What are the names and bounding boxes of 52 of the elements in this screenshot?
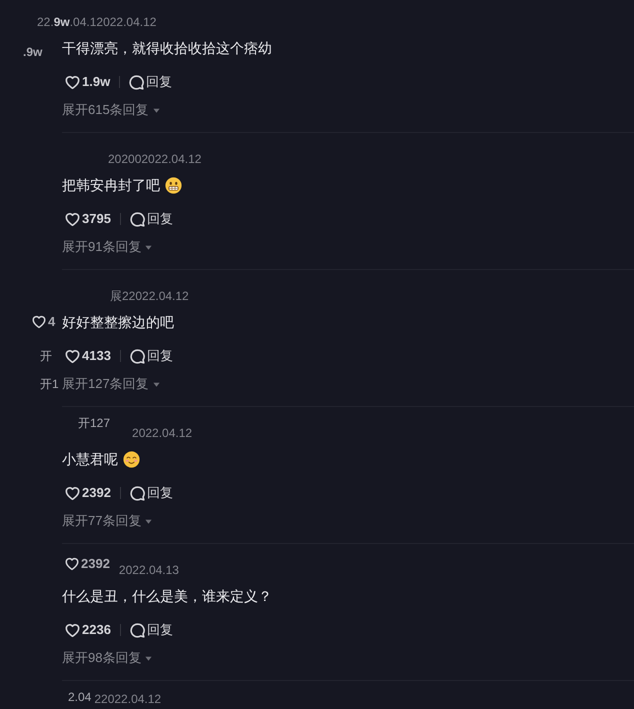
- reply-button[interactable]: 回复: [129, 73, 172, 91]
- heart-icon: [65, 486, 80, 500]
- grimacing-face-icon: [165, 176, 182, 194]
- comment-date: 展22022.04.12: [110, 288, 189, 304]
- text-fragment: 开: [40, 348, 52, 364]
- text-fragment: 4: [48, 314, 56, 330]
- heart-icon: [65, 557, 79, 571]
- text-fragment: 2392: [81, 556, 110, 572]
- expand-replies-button[interactable]: 展开615条回复: [62, 102, 160, 118]
- like-button[interactable]: 2392: [65, 484, 111, 502]
- smiling-face-icon: [123, 450, 140, 468]
- caret-icon: [152, 106, 160, 114]
- expand-replies-button[interactable]: 展开91条回复: [62, 239, 152, 255]
- comment-date: 202002022.04.12: [108, 151, 202, 167]
- expand-replies-button[interactable]: 展开127条回复: [62, 376, 160, 392]
- speech-bubble-icon: [130, 622, 145, 638]
- heart-icon: [32, 315, 46, 329]
- comment-text: 干得漂亮，就得收拾收拾这个痞幼: [62, 39, 272, 58]
- reply-button[interactable]: 回复: [130, 347, 173, 365]
- text-fragment: 2.04: [68, 689, 92, 705]
- caret-icon: [145, 654, 152, 662]
- comment-text: 什么是丑，什么是美，谁来定义？: [62, 587, 272, 606]
- speech-bubble-icon: [130, 348, 145, 364]
- text-fragment: 开127: [78, 415, 110, 431]
- comment-date: 22022.04.12: [94, 691, 162, 707]
- comment-date: 2022.04.12: [132, 425, 192, 441]
- reply-button[interactable]: 回复: [130, 210, 173, 228]
- comment-text: 把韩安冉封了吧: [62, 176, 160, 195]
- heart-icon: [65, 212, 80, 226]
- comment-date: 22.9w.04.12022.04.12: [37, 14, 156, 30]
- text-fragment: 开1: [40, 376, 59, 392]
- speech-bubble-icon: [130, 486, 145, 500]
- reply-button[interactable]: 回复: [130, 484, 173, 502]
- like-button[interactable]: 2236: [65, 621, 111, 639]
- like-button[interactable]: 4133: [65, 347, 111, 365]
- heart-icon: [65, 622, 80, 638]
- expand-replies-button[interactable]: 展开77条回复: [62, 513, 152, 529]
- like-button[interactable]: 3795: [65, 210, 111, 228]
- heart-icon: [65, 74, 80, 90]
- like-button[interactable]: 1.9w: [65, 73, 110, 91]
- caret-icon: [145, 244, 152, 250]
- speech-bubble-icon: [130, 212, 145, 226]
- caret-icon: [145, 518, 152, 524]
- expand-replies-button[interactable]: 展开98条回复: [62, 650, 152, 666]
- caret-icon: [152, 380, 160, 388]
- text-fragment: .9w: [23, 44, 42, 60]
- comment-text: 小慧君呢: [62, 450, 118, 469]
- heart-icon: [65, 348, 80, 364]
- speech-bubble-icon: [129, 74, 144, 90]
- comment-date: 2022.04.13: [118, 562, 179, 578]
- comment-text: 好好整整擦边的吧: [62, 313, 174, 332]
- reply-button[interactable]: 回复: [130, 621, 173, 639]
